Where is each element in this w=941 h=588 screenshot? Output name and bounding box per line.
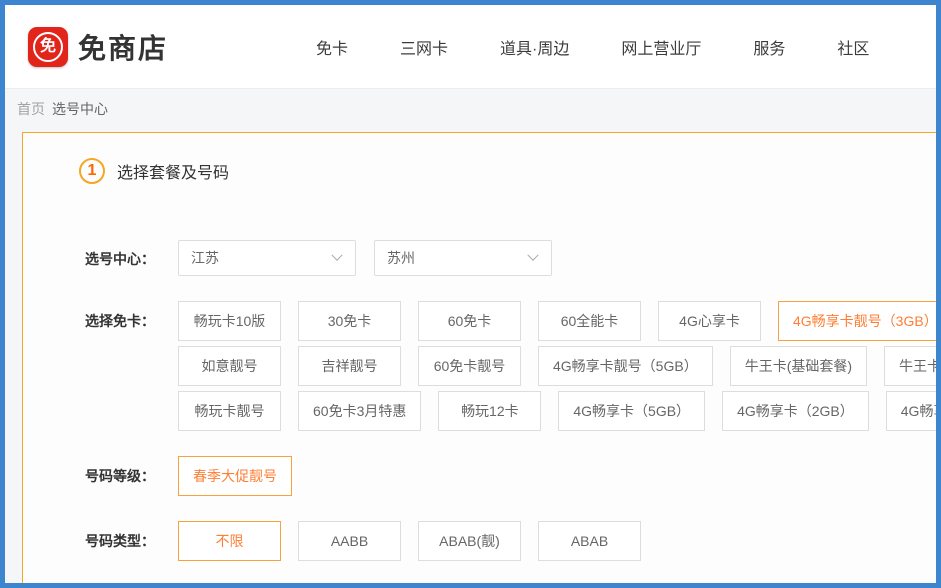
card-options: 畅玩卡10版 30免卡 60免卡 60全能卡 4G心享卡 4G畅享卡靓号（3GB… <box>178 301 936 431</box>
grade-label: 号码等级： <box>85 456 178 496</box>
center-selects: 江苏 苏州 <box>178 240 552 278</box>
breadcrumb: 首页 选号中心 <box>5 88 936 128</box>
step-number-badge: 1 <box>79 158 105 184</box>
logo[interactable]: 免 免商店 <box>28 27 168 67</box>
type-options: 不限 AABB ABAB(靓) ABAB <box>178 521 641 561</box>
card-option[interactable]: 30免卡 <box>298 301 401 341</box>
row-types: 号码类型： 不限 AABB ABAB(靓) ABAB <box>85 521 936 561</box>
type-option[interactable]: AABB <box>298 521 401 561</box>
chevron-down-icon <box>331 250 342 261</box>
nav-item-daoju[interactable]: 道具·周边 <box>500 35 569 59</box>
card-option[interactable]: 4G畅享卡（5GB） <box>558 391 705 431</box>
center-label: 选号中心： <box>85 240 178 278</box>
card-option-selected[interactable]: 4G畅享卡靓号（3GB） <box>778 301 936 341</box>
grade-option-selected[interactable]: 春季大促靓号 <box>178 456 292 496</box>
logo-icon: 免 <box>28 27 68 67</box>
row-center: 选号中心： 江苏 苏州 <box>85 240 936 278</box>
main-nav: 免卡 三网卡 道具·周边 网上营业厅 服务 社区 <box>316 35 869 59</box>
breadcrumb-current: 选号中心 <box>52 99 108 119</box>
nav-item-sanwangka[interactable]: 三网卡 <box>400 35 448 59</box>
card-option[interactable]: 牛王卡(基础套餐) <box>730 346 867 386</box>
card-option[interactable]: 4G畅享卡靓号（5GB） <box>538 346 713 386</box>
city-value: 苏州 <box>387 248 415 268</box>
card-option[interactable]: 4G心享卡 <box>658 301 761 341</box>
card-options-row-2: 如意靓号 吉祥靓号 60免卡靓号 4G畅享卡靓号（5GB） 牛王卡(基础套餐) … <box>178 346 936 386</box>
nav-item-fuwu[interactable]: 服务 <box>753 35 785 59</box>
selection-panel: 1 选择套餐及号码 选号中心： 江苏 苏州 选择免卡： 畅玩卡10版 <box>22 132 936 583</box>
breadcrumb-home[interactable]: 首页 <box>17 99 45 119</box>
card-option[interactable]: 4G畅享卡（ <box>886 391 936 431</box>
nav-item-shequ[interactable]: 社区 <box>837 35 869 59</box>
nav-item-mianka[interactable]: 免卡 <box>316 35 348 59</box>
card-option[interactable]: 畅玩卡靓号 <box>178 391 281 431</box>
card-option[interactable]: 60全能卡 <box>538 301 641 341</box>
card-option[interactable]: 4G畅享卡（2GB） <box>722 391 869 431</box>
row-cards: 选择免卡： 畅玩卡10版 30免卡 60免卡 60全能卡 4G心享卡 4G畅享卡… <box>85 301 936 431</box>
card-option[interactable]: 畅玩卡10版 <box>178 301 281 341</box>
type-option[interactable]: ABAB <box>538 521 641 561</box>
city-select[interactable]: 苏州 <box>374 240 552 276</box>
card-options-row-3: 畅玩卡靓号 60免卡3月特惠 畅玩12卡 4G畅享卡（5GB） 4G畅享卡（2G… <box>178 391 936 431</box>
logo-glyph: 免 <box>33 32 63 62</box>
card-option[interactable]: 吉祥靓号 <box>298 346 401 386</box>
chevron-down-icon <box>527 250 538 261</box>
card-option[interactable]: 60免卡 <box>418 301 521 341</box>
card-option[interactable]: 60免卡3月特惠 <box>298 391 421 431</box>
main-area: 1 选择套餐及号码 选号中心： 江苏 苏州 选择免卡： 畅玩卡10版 <box>5 128 936 583</box>
card-options-row-1: 畅玩卡10版 30免卡 60免卡 60全能卡 4G心享卡 4G畅享卡靓号（3GB… <box>178 301 936 341</box>
step-title: 选择套餐及号码 <box>117 159 229 183</box>
step-header: 1 选择套餐及号码 <box>79 158 936 184</box>
row-grade: 号码等级： 春季大促靓号 <box>85 456 936 496</box>
card-option[interactable]: 如意靓号 <box>178 346 281 386</box>
grade-options: 春季大促靓号 <box>178 456 292 496</box>
province-value: 江苏 <box>191 248 219 268</box>
nav-item-yingyeting[interactable]: 网上营业厅 <box>621 35 701 59</box>
cards-label: 选择免卡： <box>85 301 178 431</box>
card-option[interactable]: 牛王卡(春季 <box>884 346 936 386</box>
card-option[interactable]: 畅玩12卡 <box>438 391 541 431</box>
type-option-selected[interactable]: 不限 <box>178 521 281 561</box>
header: 免 免商店 免卡 三网卡 道具·周边 网上营业厅 服务 社区 <box>5 5 936 88</box>
site-title: 免商店 <box>78 27 168 67</box>
province-select[interactable]: 江苏 <box>178 240 356 276</box>
types-label: 号码类型： <box>85 521 178 561</box>
type-option[interactable]: ABAB(靓) <box>418 521 521 561</box>
card-option[interactable]: 60免卡靓号 <box>418 346 521 386</box>
